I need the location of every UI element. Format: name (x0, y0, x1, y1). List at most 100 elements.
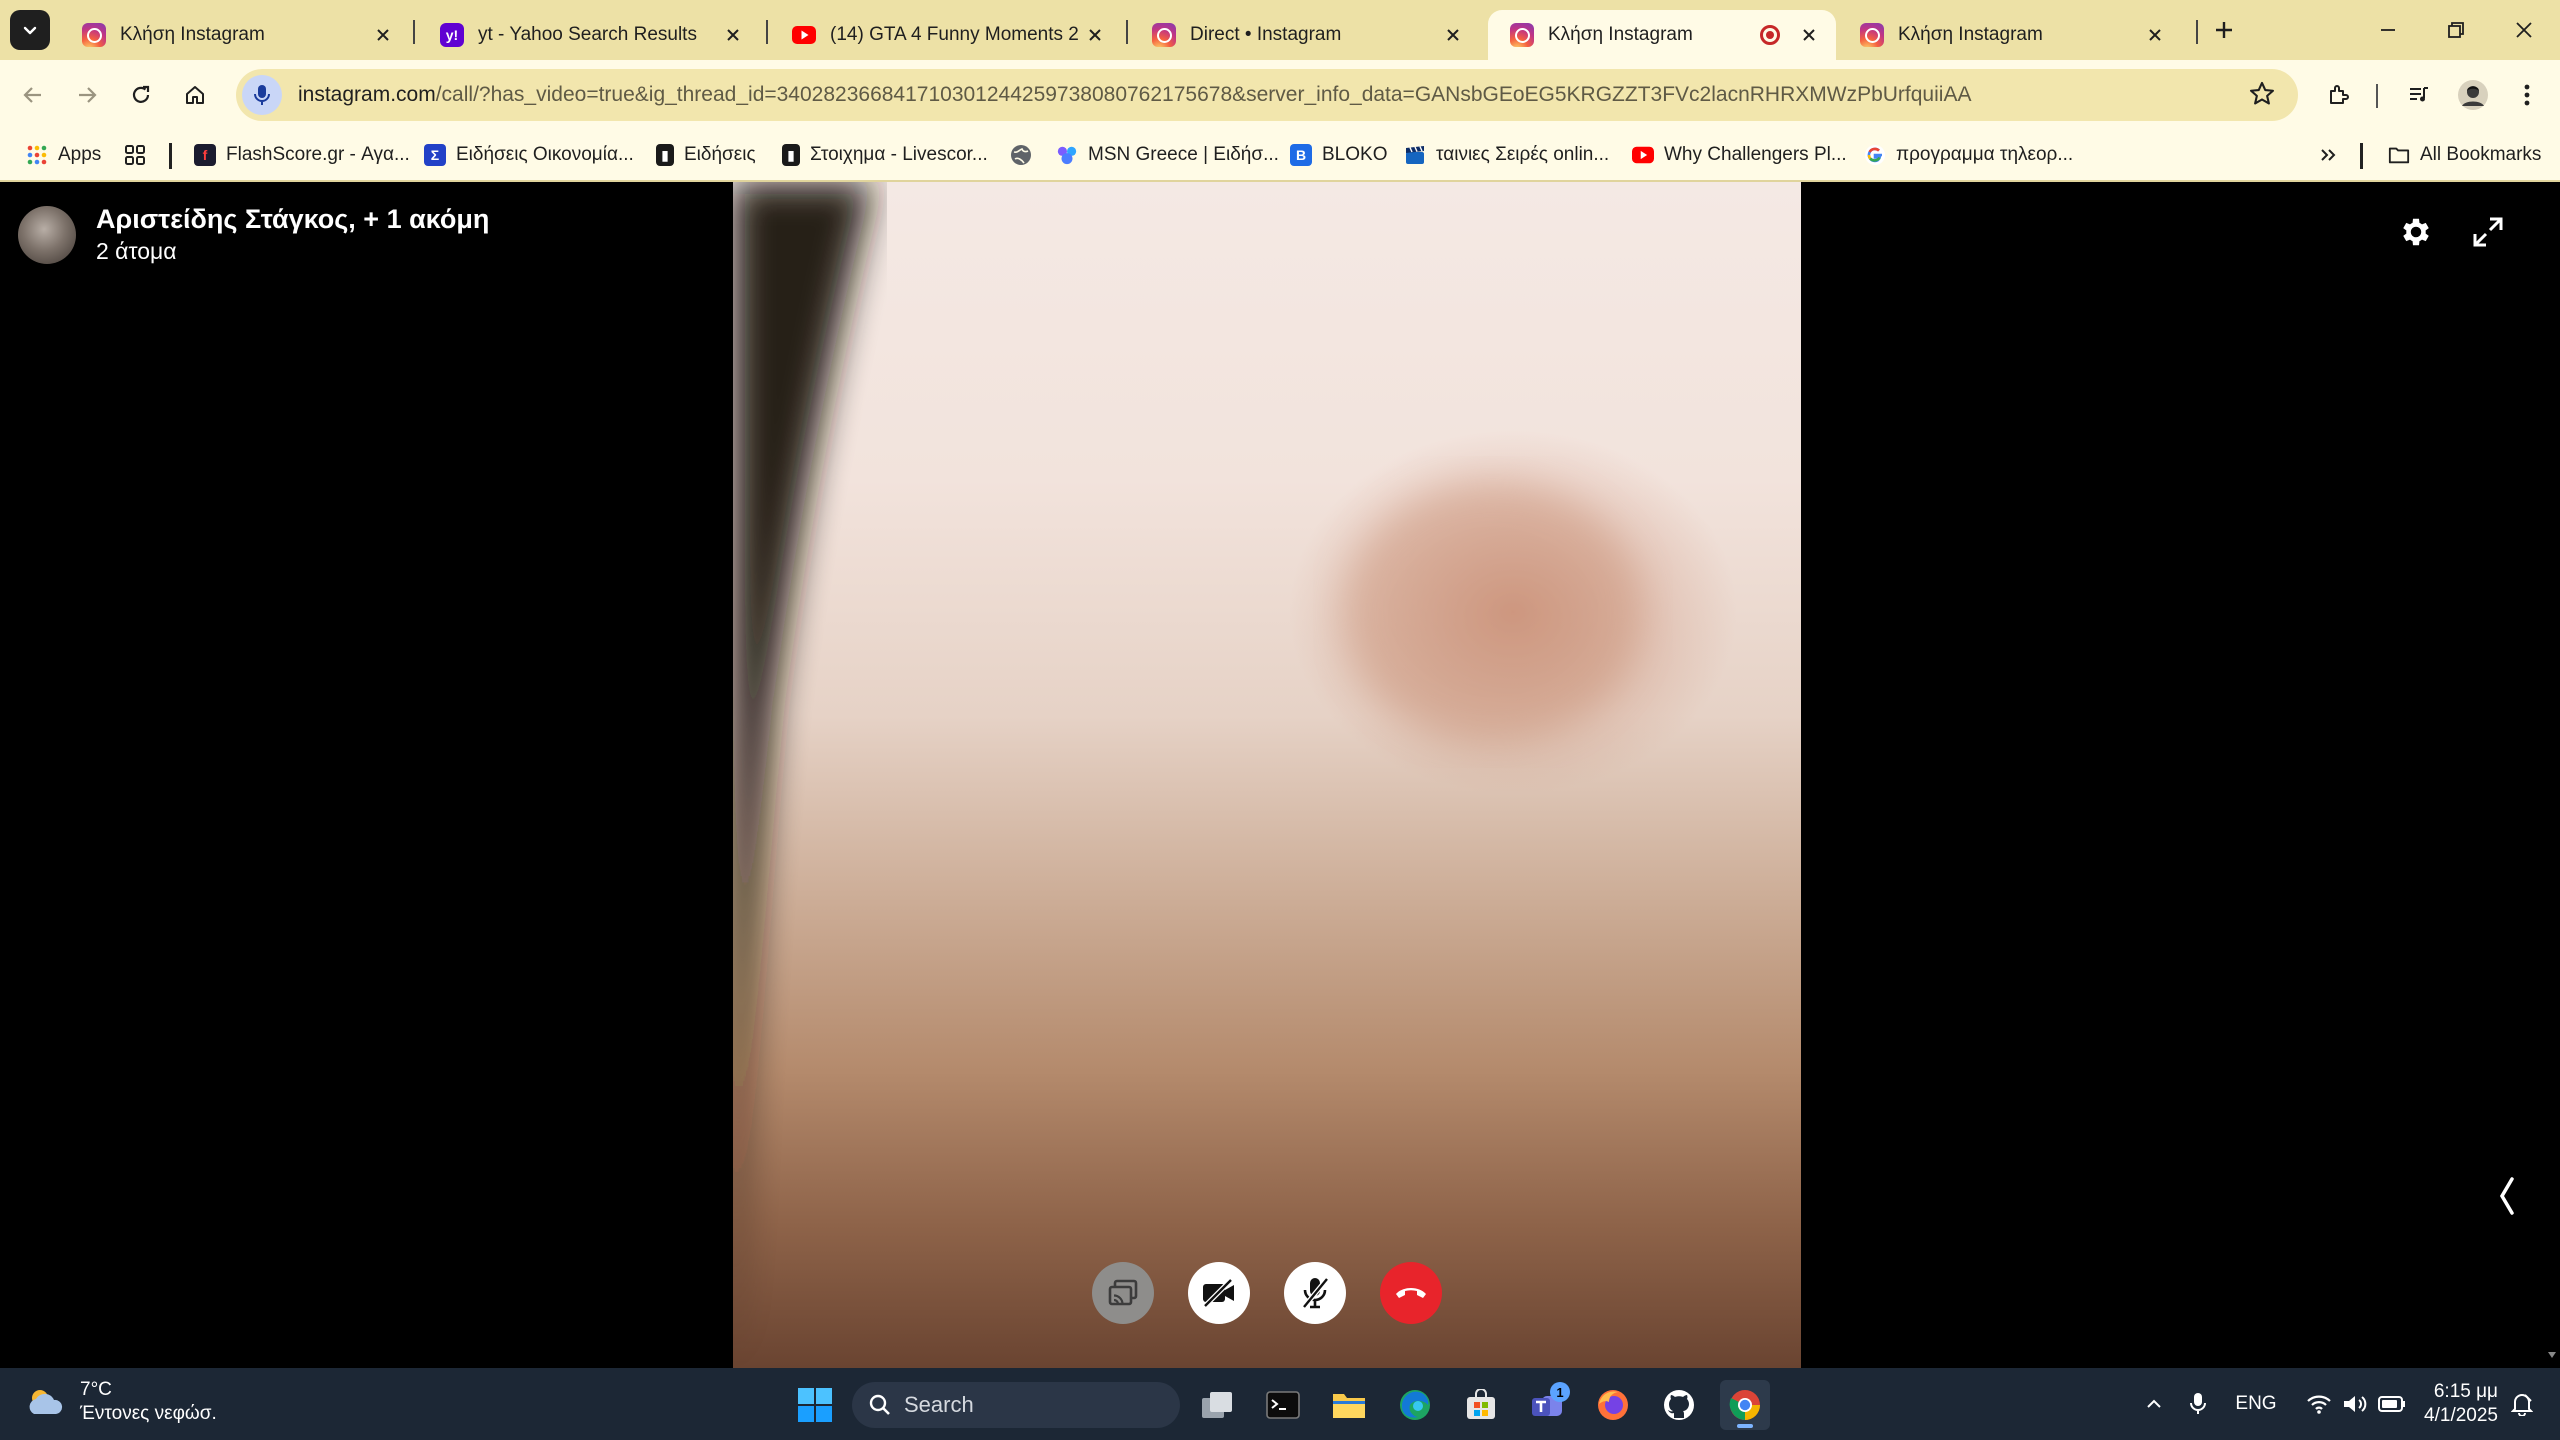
chevron-down-icon (21, 21, 39, 39)
google-icon (1864, 144, 1886, 166)
tab-title: Κλήση Instagram (1548, 24, 1693, 45)
bookmark-flashscore[interactable]: f FlashScore.gr - Αγα... (194, 130, 410, 180)
microphone-tray[interactable] (2180, 1368, 2216, 1440)
tab-separator (1126, 20, 1128, 44)
bookmark-msn[interactable]: MSN Greece | Ειδήσ... (1056, 130, 1279, 180)
minimize-icon (2379, 21, 2397, 39)
quick-settings-button[interactable] (2294, 1368, 2418, 1440)
bookmark-economy-news[interactable]: Σ Ειδήσεις Οικονομία... (424, 130, 634, 180)
tab[interactable]: Direct • Instagram (1130, 10, 1480, 60)
tab[interactable]: (14) GTA 4 Funny Moments 2 - (770, 10, 1122, 60)
bookmark-news[interactable]: ▮ Ειδήσεις (656, 130, 756, 180)
side-panel-toggle[interactable] (2490, 1172, 2524, 1220)
bookmark-bloko[interactable]: B BLOKO (1290, 130, 1387, 180)
bookmark-apps[interactable]: Apps (26, 130, 101, 180)
settings-button[interactable] (2392, 208, 2440, 256)
weather-widget[interactable]: 7°C Έντονες νεφώσ. (24, 1378, 217, 1426)
close-icon[interactable] (2144, 24, 2166, 46)
bookmark-star-icon[interactable] (2248, 80, 2276, 108)
notification-bell-icon (2511, 1392, 2533, 1416)
github-app[interactable] (1654, 1380, 1704, 1430)
extensions-button[interactable] (2318, 74, 2360, 116)
reload-button[interactable] (120, 74, 162, 116)
youtube-icon (1632, 144, 1654, 166)
home-button[interactable] (174, 74, 216, 116)
close-window-button[interactable] (2496, 6, 2552, 54)
close-icon[interactable] (722, 24, 744, 46)
store-app[interactable] (1456, 1380, 1506, 1430)
task-view-button[interactable] (1192, 1380, 1242, 1430)
url-host: instagram.com (298, 83, 436, 106)
avatar (2457, 79, 2489, 111)
forward-button[interactable] (66, 74, 108, 116)
address-bar[interactable]: instagram.com/call/?has_video=true&ig_th… (236, 69, 2298, 121)
tab-groups-button[interactable] (124, 130, 146, 180)
flashscore-icon: f (194, 144, 216, 166)
bookmark-youtube-video[interactable]: Why Challengers Pl... (1632, 130, 1847, 180)
bookmark-globe[interactable] (1010, 130, 1032, 180)
file-explorer-app[interactable] (1324, 1380, 1374, 1430)
screen-share-button[interactable] (1092, 1262, 1154, 1324)
tab[interactable]: Κλήση Instagram (1838, 10, 2182, 60)
bookmark-livescore[interactable]: ▮ Στοιχημα - Livescor... (782, 130, 988, 180)
tab-active[interactable]: Κλήση Instagram (1488, 10, 1836, 60)
show-hidden-icons-button[interactable] (2134, 1368, 2174, 1440)
terminal-app[interactable] (1258, 1380, 1308, 1430)
microphone-icon[interactable] (242, 75, 282, 115)
toggle-video-button[interactable] (1188, 1262, 1250, 1324)
globe-icon (1010, 144, 1032, 166)
grid-icon (124, 144, 146, 166)
clapper-icon (1404, 144, 1426, 166)
taskbar-search-box[interactable]: Search (852, 1382, 1180, 1428)
start-button[interactable] (790, 1380, 840, 1430)
instagram-icon (1152, 23, 1176, 47)
tab-title: Κλήση Instagram (120, 24, 265, 45)
tab[interactable]: Κλήση Instagram (60, 10, 410, 60)
bookmark-label: MSN Greece | Ειδήσ... (1088, 144, 1279, 165)
folder-icon (1331, 1390, 1367, 1420)
chrome-icon (1728, 1388, 1762, 1422)
bookmark-label: Στοιχημα - Livescor... (810, 144, 988, 165)
teams-app[interactable]: 1 (1522, 1380, 1572, 1430)
profile-button[interactable] (2452, 74, 2494, 116)
notifications-button[interactable] (2504, 1368, 2540, 1440)
search-icon (868, 1393, 892, 1417)
tab-search-button[interactable] (10, 10, 50, 50)
instagram-icon (1860, 23, 1884, 47)
tab[interactable]: y! yt - Yahoo Search Results (418, 10, 760, 60)
news-icon: ▮ (656, 144, 674, 166)
folder-icon (2388, 144, 2410, 166)
close-icon[interactable] (1798, 24, 1820, 46)
firefox-app[interactable] (1588, 1380, 1638, 1430)
edge-app[interactable] (1390, 1380, 1440, 1430)
close-icon[interactable] (1442, 24, 1464, 46)
bookmark-movies[interactable]: ταινιες Σειρές onlin... (1404, 130, 1609, 180)
end-call-button[interactable] (1380, 1262, 1442, 1324)
arrow-right-icon (76, 84, 98, 106)
fullscreen-button[interactable] (2464, 208, 2512, 256)
kebab-menu-icon (2523, 83, 2531, 107)
chrome-app[interactable] (1720, 1380, 1770, 1430)
language-label: ENG (2235, 1393, 2277, 1414)
scrollbar[interactable] (2544, 182, 2560, 1368)
menu-button[interactable] (2506, 74, 2548, 116)
restore-button[interactable] (2428, 6, 2484, 54)
media-controls-button[interactable] (2398, 74, 2440, 116)
new-tab-button[interactable] (2196, 6, 2252, 54)
taskbar-clock[interactable]: 6:15 μμ 4/1/2025 (2412, 1380, 2498, 1428)
bookmarks-overflow-button[interactable] (2318, 130, 2338, 180)
tab-strip: Κλήση Instagram y! yt - Yahoo Search Res… (0, 0, 2560, 60)
all-bookmarks-button[interactable]: All Bookmarks (2388, 130, 2541, 180)
language-indicator[interactable]: ENG (2226, 1368, 2286, 1440)
close-icon[interactable] (1084, 24, 1106, 46)
task-view-icon (1200, 1390, 1234, 1420)
expand-icon (2472, 216, 2504, 248)
bookmark-tv-schedule[interactable]: προγραμμα τηλεορ... (1864, 130, 2073, 180)
msn-icon (1056, 144, 1078, 166)
double-chevron-right-icon (2318, 145, 2338, 165)
back-button[interactable] (12, 74, 54, 116)
close-icon[interactable] (372, 24, 394, 46)
active-indicator (1737, 1424, 1753, 1428)
minimize-button[interactable] (2360, 6, 2416, 54)
toggle-mic-button[interactable] (1284, 1262, 1346, 1324)
